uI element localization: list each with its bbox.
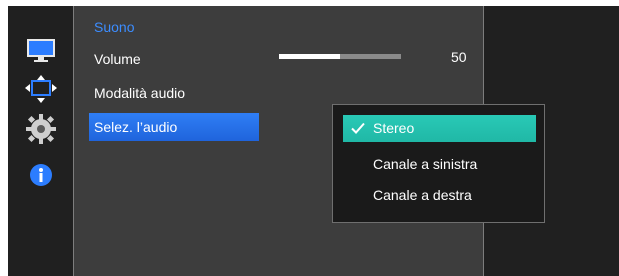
option-left-channel[interactable]: Canale a sinistra [343,151,536,178]
monitor-icon[interactable] [23,36,59,66]
icon-rail [23,36,63,196]
check-icon [351,122,365,134]
audio-options-dropdown: Stereo Canale a sinistra Canale a destra [332,104,545,223]
sound-menu-panel: Suono Volume 50 Modalità audio Selez. l’… [73,6,545,276]
menu-item-label: Volume [94,51,141,67]
info-icon[interactable] [23,160,59,190]
menu-title: Suono [94,19,135,35]
option-label: Canale a sinistra [373,156,478,172]
menu-item-label: Selez. l’audio [94,119,178,135]
volume-slider[interactable] [279,54,401,59]
volume-value: 50 [451,49,467,65]
option-label: Canale a destra [373,187,472,203]
menu-item-select-audio[interactable]: Selez. l’audio [89,113,259,141]
option-label: Stereo [373,120,415,136]
option-right-channel[interactable]: Canale a destra [343,182,536,209]
volume-slider-fill [279,54,340,59]
arrows-icon[interactable] [23,74,59,104]
gear-icon[interactable] [23,114,59,144]
menu-item-audio-mode[interactable]: Modalità audio [89,79,399,107]
menu-item-volume[interactable]: Volume [89,45,399,73]
menu-item-label: Modalità audio [94,85,186,101]
option-stereo[interactable]: Stereo [343,115,536,142]
